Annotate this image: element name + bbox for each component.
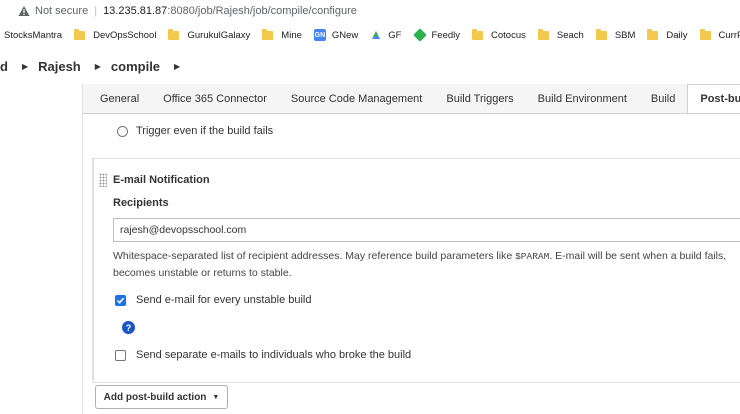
folder-icon [472,28,484,40]
bookmark-label: DevOpsSchool [93,29,157,41]
bookmark-label: StocksMantra [4,29,63,41]
trigger-option-label: Trigger even if the build fails [136,125,274,137]
url-path: :8080/job/Rajesh/job/compile/configure [167,5,357,17]
add-post-build-action-button[interactable]: Add post-build action ▼ [95,385,228,409]
tab-post-build-actions[interactable]: Post-build Actions [687,84,740,113]
warning-icon [18,5,30,17]
tab-source-code-management[interactable]: Source Code Management [279,84,434,113]
bookmark-label: GNew [331,29,359,41]
bookmark-item[interactable]: GurukulGalaxy [168,28,251,41]
help-text-prefix: Whitespace-separated list of recipient a… [113,250,516,262]
unstable-label: Send e-mail for every unstable build [136,294,312,306]
folder-icon [647,28,659,40]
bookmark-item[interactable]: GN GNew [313,29,359,41]
bookmark-item[interactable]: Daily [647,28,688,41]
chevron-right-icon[interactable]: ▶ [95,62,101,71]
bookmark-label: Feedly [431,29,461,41]
help-icon[interactable]: ? [122,321,135,334]
recipients-input[interactable]: rajesh@devopsschool.com [113,218,740,242]
bookmark-item[interactable]: Mine [262,28,302,41]
trigger-option-row[interactable]: Trigger even if the build fails [117,125,273,137]
separate-checkbox[interactable] [115,349,126,361]
trigger-radio[interactable] [117,125,128,137]
section-divider-bottom [92,382,740,383]
url-host: 13.235.81.87 [103,5,168,17]
address-bar[interactable]: Not secure | 13.235.81.87:8080/job/Rajes… [0,0,740,22]
bookmark-label: Cotocus [491,29,526,41]
chevron-right-icon[interactable]: ▶ [22,62,28,71]
tab-build-triggers[interactable]: Build Triggers [434,84,525,113]
bookmark-label: CurrPro [718,29,740,41]
config-content: Trigger even if the build fails E-mail N… [83,115,740,414]
bookmark-item[interactable]: SBM [595,28,636,41]
folder-icon [74,28,86,40]
recipients-help: Whitespace-separated list of recipient a… [113,248,740,282]
bookmark-item[interactable]: Cotocus [472,28,526,41]
chevron-right-icon[interactable]: ▶ [174,62,180,71]
separate-option-row[interactable]: Send separate e-mails to individuals who… [115,349,411,361]
bookmark-label: Daily [666,29,688,41]
folder-icon [595,28,607,40]
tab-office-365-connector[interactable]: Office 365 Connector [151,84,279,113]
folder-icon [262,28,274,40]
email-notification-section: E-mail Notification Recipients rajesh@de… [92,159,740,381]
breadcrumb-subjob[interactable]: compile [111,59,160,74]
add-action-label: Add post-build action [103,391,207,403]
checkmark-icon [116,297,125,304]
gf-icon [370,29,382,41]
bookmark-item[interactable]: CurrPro [699,28,740,41]
breadcrumb-lead[interactable]: d [0,59,8,74]
bookmark-item[interactable]: DevOpsSchool [74,28,157,41]
folder-icon [537,28,549,40]
section-title: E-mail Notification [113,174,210,186]
tab-build-environment[interactable]: Build Environment [526,84,639,113]
folder-icon [168,28,180,40]
bookmark-label: GF [388,29,402,41]
bookmark-item[interactable]: StocksMantra [4,30,62,41]
tab-build[interactable]: Build [639,84,687,113]
bookmark-item[interactable]: GF [370,29,402,41]
breadcrumb: d ▶ Rajesh ▶ compile ▶ [0,56,190,76]
recipients-label: Recipients [113,197,169,209]
bookmark-item[interactable]: Seach [537,28,584,41]
tab-general[interactable]: General [83,84,151,113]
bookmark-label: SBM [614,29,636,41]
config-tabs: General Office 365 Connector Source Code M… [83,84,740,114]
help-param: $PARAM [515,251,550,262]
bookmark-label: GurukulGalaxy [187,29,251,41]
bookmarks-bar: StocksMantra DevOpsSchool GurukulGalaxy Min… [0,24,740,46]
security-label: Not secure [35,5,89,17]
separate-label: Send separate e-mails to individuals who… [136,349,412,361]
caret-down-icon: ▼ [212,393,220,401]
url-text[interactable]: 13.235.81.87:8080/job/Rajesh/job/compile… [103,5,357,17]
address-separator: | [94,5,98,17]
bookmark-label: Seach [556,29,584,41]
folder-icon [699,28,711,40]
unstable-checkbox[interactable] [115,294,126,306]
drag-handle-icon[interactable] [99,173,107,187]
bookmark-item[interactable]: Feedly [412,28,461,42]
unstable-option-row[interactable]: Send e-mail for every unstable build [115,294,311,306]
feedly-icon [412,28,427,42]
breadcrumb-job[interactable]: Rajesh [38,59,81,74]
bookmark-label: Mine [281,29,302,41]
gnews-icon: GN [313,29,326,41]
